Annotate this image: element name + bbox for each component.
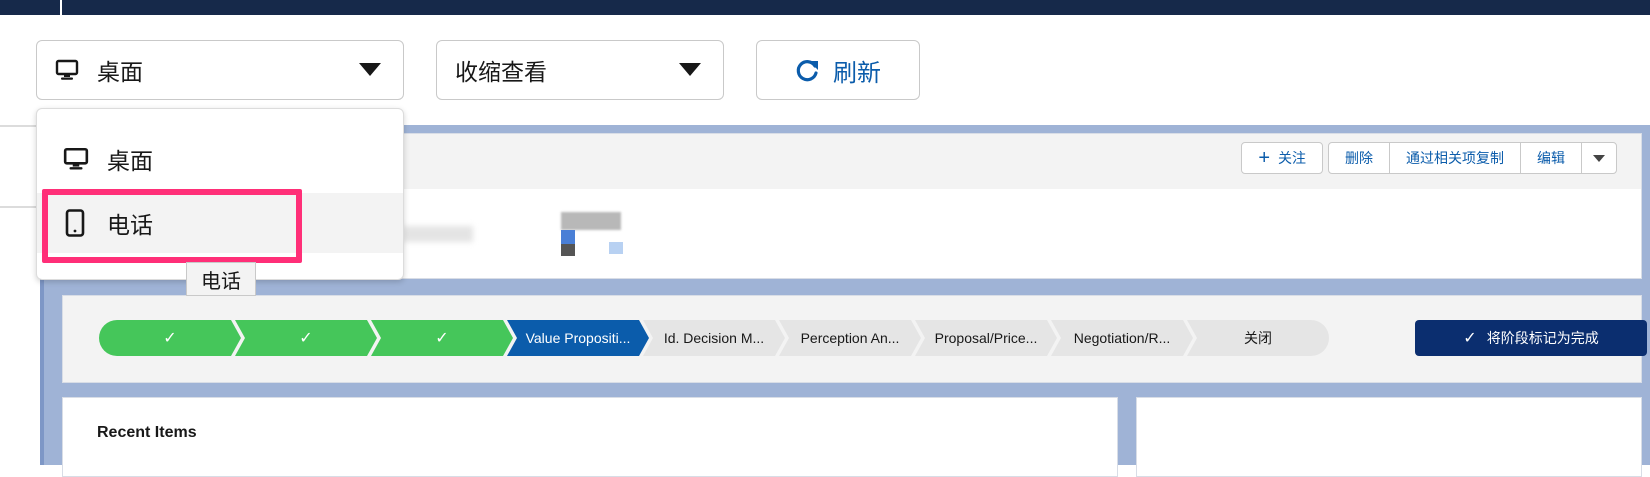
device-select-value: 桌面 (97, 59, 143, 85)
monitor-icon (55, 59, 79, 80)
global-header-bar (0, 0, 1650, 15)
mark-stage-complete-button[interactable]: ✓ 将阶段标记为完成 (1415, 320, 1647, 356)
device-select[interactable]: 桌面 (36, 40, 404, 100)
monitor-icon (63, 147, 89, 170)
more-actions-button[interactable] (1581, 142, 1617, 174)
refresh-button[interactable]: 刷新 (756, 40, 920, 100)
path-step[interactable]: ✓ (235, 320, 377, 356)
obscured-field (403, 226, 473, 242)
obscured-image (609, 242, 623, 254)
dropdown-option-label: 桌面 (107, 148, 153, 174)
dropdown-option-desktop[interactable]: 桌面 (37, 129, 403, 189)
check-icon: ✓ (299, 330, 313, 347)
record-action-buttons: + 关注 删除 通过相关项复制 编辑 (1241, 142, 1617, 174)
path-step[interactable]: ✓ (371, 320, 513, 356)
delete-label: 删除 (1345, 150, 1373, 166)
path-step-label: Negotiation/R... (1073, 330, 1171, 346)
check-icon: ✓ (435, 330, 449, 347)
obscured-image (561, 244, 575, 256)
path-step-label: Perception An... (800, 330, 900, 346)
sidebar-divider (0, 206, 40, 208)
delete-button[interactable]: 删除 (1328, 142, 1390, 174)
related-panel-card (1136, 397, 1642, 477)
chevron-down-icon (359, 63, 381, 76)
path-step[interactable]: Value Propositi... (507, 320, 649, 356)
mark-stage-complete-label: 将阶段标记为完成 (1486, 330, 1599, 346)
edit-label: 编辑 (1537, 150, 1565, 166)
sidebar-divider (0, 125, 40, 127)
edit-button[interactable]: 编辑 (1520, 142, 1582, 174)
path-step[interactable]: Perception An... (779, 320, 921, 356)
view-mode-select-value: 收缩查看 (455, 59, 547, 85)
plus-icon: + (1258, 146, 1270, 169)
path-step-label: 关闭 (1244, 330, 1272, 346)
dropdown-option-label: 电话 (107, 212, 153, 238)
path-step[interactable]: 关闭 (1187, 320, 1329, 356)
check-icon: ✓ (1463, 330, 1477, 347)
path-step-label: Value Propositi... (525, 330, 631, 346)
refresh-icon (796, 60, 818, 82)
path-step[interactable]: ✓ (99, 320, 241, 356)
view-mode-select[interactable]: 收缩查看 (436, 40, 724, 100)
path-step-label: Proposal/Price... (934, 330, 1038, 346)
clone-with-related-button[interactable]: 通过相关项复制 (1389, 142, 1521, 174)
refresh-label: 刷新 (833, 59, 881, 87)
recent-items-card: Recent Items (62, 397, 1118, 477)
sales-path: ✓ ✓ ✓ Value Propositi... Id. Decision M... Pe… (99, 320, 1329, 356)
path-step[interactable]: Id. Decision M... (643, 320, 785, 356)
follow-label: 关注 (1278, 150, 1306, 166)
path-step[interactable]: Proposal/Price... (915, 320, 1057, 356)
obscured-image (561, 230, 575, 244)
clone-with-related-label: 通过相关项复制 (1406, 150, 1504, 166)
path-step-label: Id. Decision M... (663, 330, 765, 346)
check-icon: ✓ (163, 330, 177, 347)
path-step[interactable]: Negotiation/R... (1051, 320, 1193, 356)
dropdown-option-phone[interactable]: 电话 (37, 193, 403, 253)
obscured-image (561, 212, 621, 230)
follow-button[interactable]: + 关注 (1241, 142, 1323, 174)
chevron-down-icon (1593, 155, 1605, 162)
chevron-down-icon (679, 63, 701, 76)
recent-items-title: Recent Items (97, 424, 197, 441)
hover-tooltip: 电话 (186, 262, 256, 296)
header-divider (60, 0, 62, 15)
phone-icon (65, 209, 85, 237)
device-dropdown-menu: 桌面 电话 (36, 108, 404, 280)
sales-path-card: ✓ ✓ ✓ Value Propositi... Id. Decision M... Pe… (62, 295, 1647, 383)
